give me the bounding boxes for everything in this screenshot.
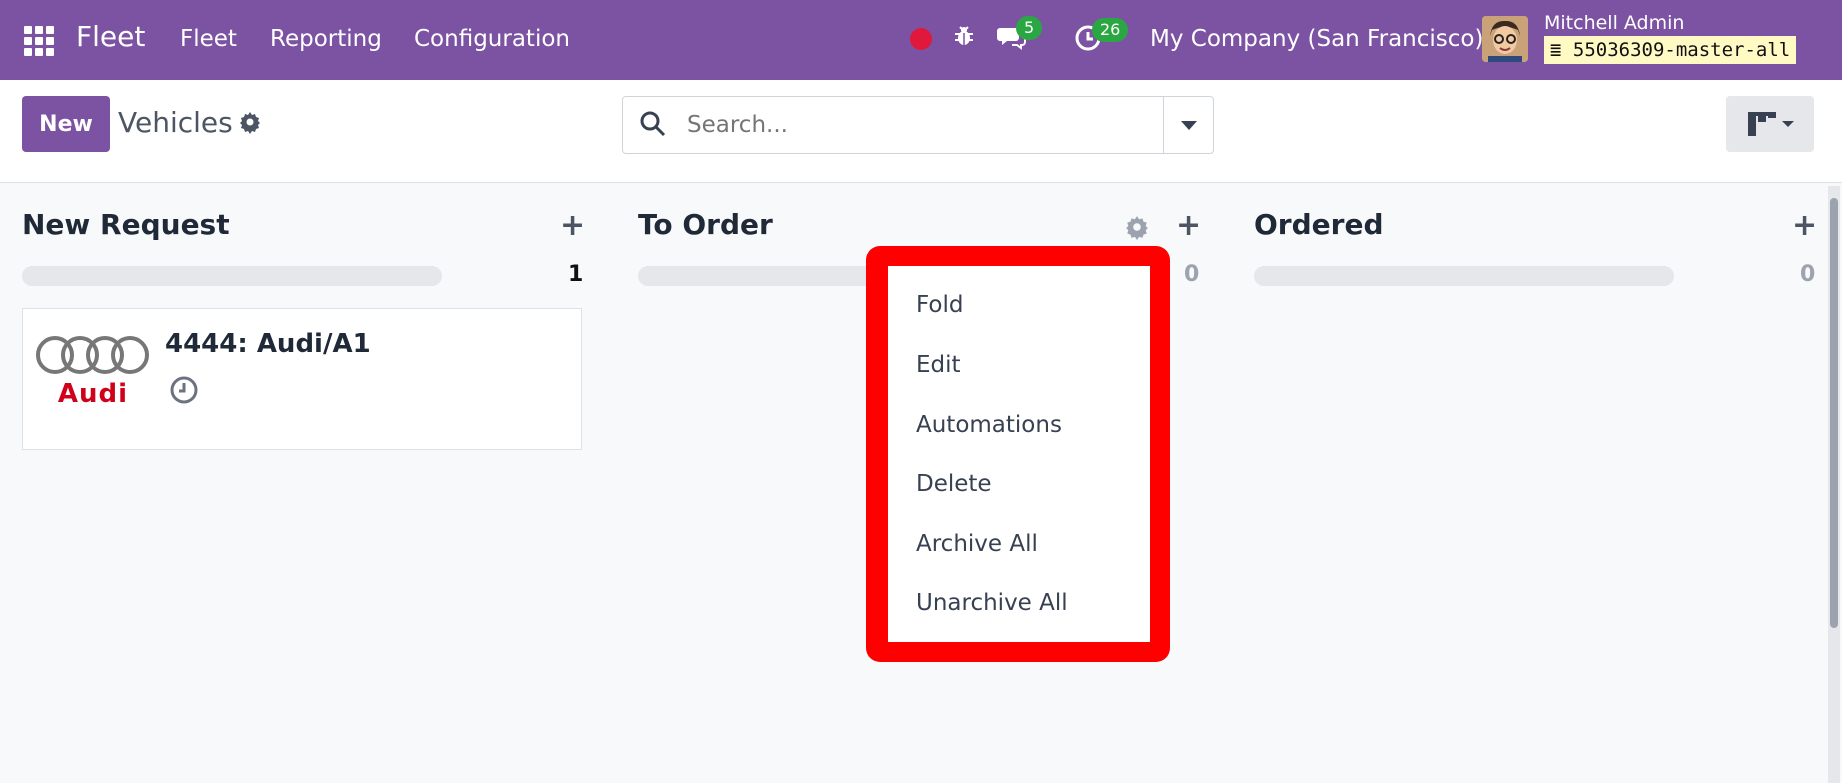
bug-icon[interactable] <box>952 24 976 54</box>
app-brand[interactable]: Fleet <box>76 20 145 53</box>
column-settings-dropdown: Fold Edit Automations Delete Archive All… <box>888 266 1150 642</box>
record-icon[interactable] <box>910 28 932 50</box>
top-navbar: Fleet Fleet Reporting Configuration 5 26… <box>0 0 1842 80</box>
audi-logo-text: Audi <box>57 379 129 409</box>
column-title: New Request <box>22 208 230 241</box>
add-card-icon[interactable]: + <box>1176 208 1201 243</box>
column-count: 1 <box>568 262 584 287</box>
kanban-view-icon <box>1748 112 1794 136</box>
menu-reporting[interactable]: Reporting <box>270 26 382 52</box>
menu-item-archive-all[interactable]: Archive All <box>916 531 1038 557</box>
user-name[interactable]: Mitchell Admin <box>1544 12 1684 34</box>
company-switcher[interactable]: My Company (San Francisco) <box>1150 26 1483 52</box>
search-icon <box>639 110 667 138</box>
menu-item-unarchive-all[interactable]: Unarchive All <box>916 590 1068 616</box>
chat-icon[interactable]: 5 <box>996 16 1043 52</box>
database-name: 55036309-master-all <box>1572 39 1791 61</box>
menu-item-fold[interactable]: Fold <box>916 292 963 318</box>
activity-count-badge: 26 <box>1092 18 1129 42</box>
vehicle-card-title: 4444: Audi/A1 <box>165 329 371 359</box>
column-progress-bar[interactable] <box>1254 266 1674 286</box>
new-button[interactable]: New <box>22 96 110 152</box>
add-card-icon[interactable]: + <box>560 208 585 243</box>
chat-count-badge: 5 <box>1016 16 1043 40</box>
vehicle-card[interactable]: Audi 4444: Audi/A1 <box>22 308 582 450</box>
column-title: To Order <box>638 208 773 241</box>
column-count: 0 <box>1184 262 1200 287</box>
activity-clock-icon[interactable] <box>169 375 199 405</box>
database-icon: ≣ <box>1550 39 1562 61</box>
audi-logo: Audi <box>35 335 151 425</box>
column-settings-gear-icon[interactable] <box>1124 214 1150 240</box>
view-switcher[interactable] <box>1726 96 1814 152</box>
menu-fleet[interactable]: Fleet <box>180 26 237 52</box>
column-count: 0 <box>1800 262 1816 287</box>
page-title: Vehicles <box>118 106 233 139</box>
search-options-toggle[interactable] <box>1163 97 1214 153</box>
activity-clock-icon[interactable]: 26 <box>1074 18 1129 52</box>
control-panel: New Vehicles <box>0 80 1842 183</box>
search-input[interactable] <box>685 105 1159 145</box>
menu-item-edit[interactable]: Edit <box>916 352 961 378</box>
column-title: Ordered <box>1254 208 1384 241</box>
add-card-icon[interactable]: + <box>1792 208 1817 243</box>
apps-menu-icon[interactable] <box>24 26 54 56</box>
scrollbar-thumb[interactable] <box>1830 198 1838 628</box>
search-bar <box>622 96 1214 154</box>
kanban-column-ordered: Ordered + 0 <box>1232 182 1817 783</box>
user-avatar[interactable] <box>1482 16 1528 62</box>
database-tag: ≣ 55036309-master-all <box>1544 36 1797 64</box>
vertical-scrollbar[interactable] <box>1828 186 1840 783</box>
settings-gear-icon[interactable] <box>238 110 262 134</box>
kanban-column-new-request: New Request + 1 Audi 4444: Audi/A1 <box>0 182 585 783</box>
column-progress-bar[interactable] <box>22 266 442 286</box>
menu-item-automations[interactable]: Automations <box>916 412 1062 438</box>
menu-item-delete[interactable]: Delete <box>916 471 992 497</box>
menu-configuration[interactable]: Configuration <box>414 26 570 52</box>
